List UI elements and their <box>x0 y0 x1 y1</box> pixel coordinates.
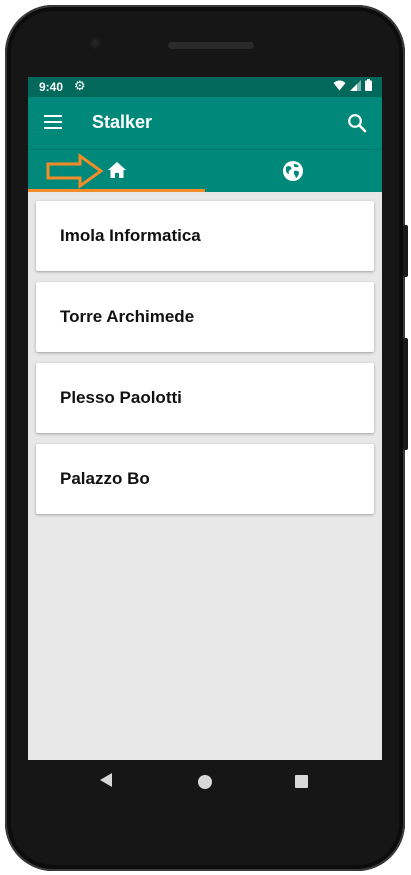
app-title: Stalker <box>92 112 153 132</box>
list-item-label: Plesso Paolotti <box>60 388 182 407</box>
back-icon[interactable] <box>100 773 113 787</box>
tab-map[interactable] <box>205 150 382 192</box>
cell-signal-icon <box>350 79 361 91</box>
hamburger-menu-icon[interactable] <box>44 115 62 129</box>
device-screen: 9:40 ⚙ Stalker Imola Informatica Torre A… <box>28 77 382 760</box>
front-camera <box>90 38 101 49</box>
tab-bar <box>28 149 382 192</box>
recent-apps-icon[interactable] <box>295 775 308 788</box>
status-time: 9:40 <box>39 80 64 94</box>
volume-button[interactable] <box>403 338 408 450</box>
location-list: Imola Informatica Torre Archimede Plesso… <box>36 201 374 525</box>
status-bar: 9:40 ⚙ <box>28 77 382 97</box>
list-item[interactable]: Torre Archimede <box>36 282 374 352</box>
arrow-right-icon <box>46 153 104 189</box>
list-item[interactable]: Imola Informatica <box>36 201 374 271</box>
status-icons <box>333 79 372 91</box>
home-icon <box>108 162 126 178</box>
system-navigation-bar <box>28 760 382 804</box>
search-icon[interactable] <box>346 112 368 134</box>
list-item[interactable]: Plesso Paolotti <box>36 363 374 433</box>
earpiece-speaker <box>168 42 254 49</box>
globe-icon <box>283 161 303 181</box>
list-item[interactable]: Palazzo Bo <box>36 444 374 514</box>
power-button[interactable] <box>403 225 408 277</box>
list-item-label: Palazzo Bo <box>60 469 150 488</box>
battery-icon <box>365 79 372 91</box>
settings-gear-icon: ⚙ <box>74 78 86 93</box>
list-item-label: Imola Informatica <box>60 226 201 245</box>
wifi-icon <box>333 80 346 90</box>
app-bar: Stalker <box>28 97 382 149</box>
tab-indicator <box>28 189 205 192</box>
list-item-label: Torre Archimede <box>60 307 195 326</box>
tab-home[interactable] <box>28 150 205 192</box>
home-button-icon[interactable] <box>198 775 212 789</box>
